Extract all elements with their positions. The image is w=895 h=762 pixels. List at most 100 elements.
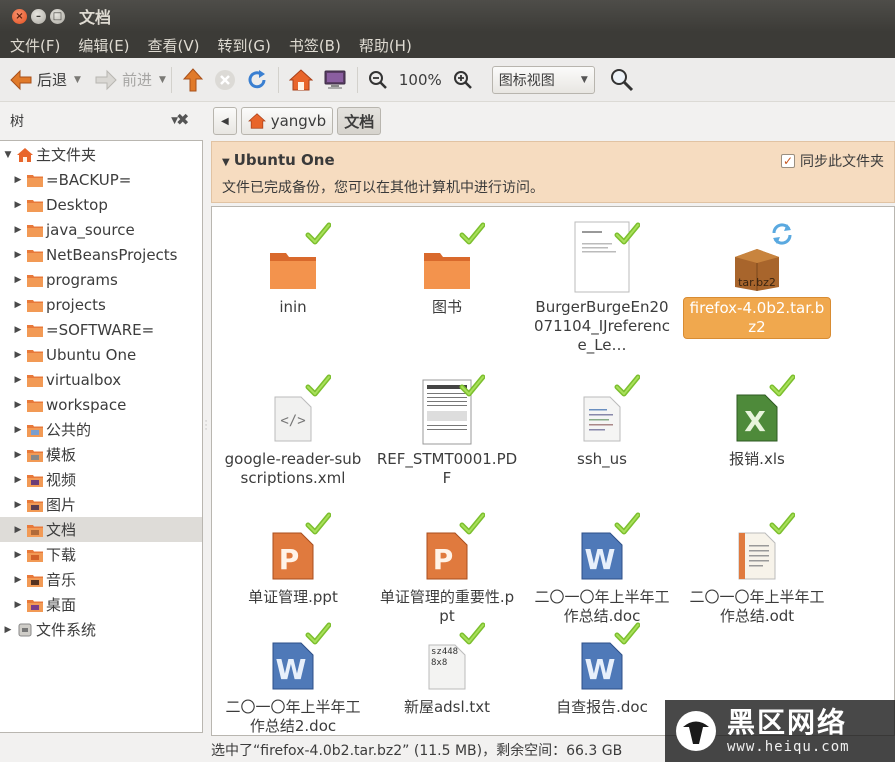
file-icon-box bbox=[407, 222, 487, 293]
file-item[interactable]: W 自查报告.doc bbox=[527, 622, 677, 718]
sidebar-item[interactable]: ▶ 音乐 bbox=[0, 567, 202, 592]
expander-collapsed-icon[interactable]: ▶ bbox=[13, 325, 23, 335]
menu-edit[interactable]: 编辑(E) bbox=[68, 35, 137, 56]
file-item[interactable]: 图书 bbox=[372, 222, 522, 318]
text-file-icon bbox=[583, 396, 621, 442]
zoom-out-button[interactable] bbox=[363, 64, 393, 96]
up-button[interactable] bbox=[177, 64, 209, 96]
expander-collapsed-icon[interactable]: ▶ bbox=[13, 250, 23, 260]
sidebar-item[interactable]: ▶ programs bbox=[0, 267, 202, 292]
zoom-in-button[interactable] bbox=[448, 64, 478, 96]
public-folder-icon bbox=[27, 423, 43, 437]
file-icon-box bbox=[407, 374, 487, 445]
path-button-current[interactable]: 文档 bbox=[337, 107, 382, 135]
sidebar-item[interactable]: ▶ Desktop bbox=[0, 192, 202, 217]
sidebar-item[interactable]: ▶ workspace bbox=[0, 392, 202, 417]
expander-collapsed-icon[interactable]: ▶ bbox=[13, 575, 23, 585]
sidebar-item[interactable]: ▶ 桌面 bbox=[0, 592, 202, 617]
expander-collapsed-icon[interactable]: ▶ bbox=[13, 300, 23, 310]
sidebar-item-label: 文档 bbox=[46, 521, 77, 539]
file-item[interactable]: tar.bz2 firefox-4.0b2.tar.bz2 bbox=[682, 223, 832, 339]
close-sidebar-button[interactable]: ✖ bbox=[176, 110, 189, 129]
expander-collapsed-icon[interactable]: ▶ bbox=[13, 375, 23, 385]
file-item[interactable]: inin bbox=[218, 222, 368, 318]
file-icon-view[interactable]: inin 图书 BurgerBurgeEn20071104_IJreference_… bbox=[211, 206, 895, 736]
expander-collapsed-icon[interactable]: ▶ bbox=[13, 525, 23, 535]
file-icon-box: X bbox=[717, 374, 797, 445]
expander-collapsed-icon[interactable]: ▶ bbox=[13, 350, 23, 360]
sidebar-item[interactable]: ▶ 模板 bbox=[0, 442, 202, 467]
folder-icon bbox=[27, 348, 43, 362]
synced-check-icon bbox=[305, 622, 331, 645]
expander-collapsed-icon[interactable]: ▶ bbox=[13, 450, 23, 460]
file-item[interactable]: sz448 8x8 新屋adsl.txt bbox=[372, 622, 522, 718]
title-bar[interactable]: × – □ 文档 bbox=[0, 0, 895, 32]
expander-collapsed-icon[interactable]: ▶ bbox=[13, 500, 23, 510]
sidebar-item[interactable]: ▶ virtualbox bbox=[0, 367, 202, 392]
forward-history-dropdown[interactable]: ▼ bbox=[159, 75, 166, 85]
expander-collapsed-icon[interactable]: ▶ bbox=[3, 625, 13, 635]
stop-button[interactable] bbox=[209, 64, 241, 96]
file-item[interactable]: ssh_us bbox=[527, 374, 677, 470]
file-item[interactable]: </> google-reader-subscriptions.xml bbox=[218, 374, 368, 489]
expander-collapsed-icon[interactable]: ▶ bbox=[13, 400, 23, 410]
file-icon-box: tar.bz2 bbox=[717, 223, 797, 293]
menu-bookmarks[interactable]: 书签(B) bbox=[279, 35, 349, 56]
expander-collapsed-icon[interactable]: ▶ bbox=[13, 425, 23, 435]
back-history-dropdown[interactable]: ▼ bbox=[74, 75, 81, 85]
reload-button[interactable] bbox=[241, 64, 273, 96]
menu-file[interactable]: 文件(F) bbox=[0, 35, 68, 56]
search-button[interactable] bbox=[605, 64, 639, 96]
sidebar-item[interactable]: ▶ NetBeansProjects bbox=[0, 242, 202, 267]
sidebar-item[interactable]: ▶ 文档 bbox=[0, 517, 202, 542]
menu-help[interactable]: 帮助(H) bbox=[349, 35, 420, 56]
computer-button[interactable] bbox=[318, 64, 352, 96]
sidebar-item[interactable]: ▶ 视频 bbox=[0, 467, 202, 492]
sidebar-item[interactable]: ▶ projects bbox=[0, 292, 202, 317]
sync-folder-checkbox[interactable]: ✓ 同步此文件夹 bbox=[781, 151, 884, 171]
path-back-arrow[interactable]: ◀ bbox=[213, 107, 237, 135]
view-mode-select[interactable]: 图标视图 ▼ bbox=[491, 65, 595, 94]
sidebar-item[interactable]: ▶ 下载 bbox=[0, 542, 202, 567]
forward-button[interactable]: 前进 bbox=[89, 64, 157, 96]
close-window-button[interactable]: × bbox=[12, 8, 27, 24]
file-item[interactable]: W 二〇一〇年上半年工作总结.doc bbox=[527, 512, 677, 627]
expander-collapsed-icon[interactable]: ▶ bbox=[13, 600, 23, 610]
file-item[interactable]: X 报销.xls bbox=[682, 374, 832, 470]
sidebar-tree[interactable]: ▼ 主文件夹 ▶ =BACKUP= ▶ Desktop ▶ java_source ▶ NetBe… bbox=[0, 140, 203, 733]
menu-go[interactable]: 转到(G) bbox=[208, 35, 279, 56]
sidebar-resize-handle[interactable]: · · · bbox=[203, 418, 209, 440]
expander-expanded-icon[interactable]: ▼ bbox=[3, 150, 13, 160]
expander-collapsed-icon[interactable]: ▶ bbox=[13, 275, 23, 285]
expander-collapsed-icon[interactable]: ▶ bbox=[13, 475, 23, 485]
file-item[interactable]: W 二〇一〇年上半年工作总结2.doc bbox=[218, 622, 368, 735]
home-button[interactable] bbox=[284, 64, 318, 96]
sidebar-item[interactable]: ▶ 文件系统 bbox=[0, 617, 202, 642]
sidebar-item[interactable]: ▶ =BACKUP= bbox=[0, 167, 202, 192]
file-item[interactable]: P 单证管理.ppt bbox=[218, 512, 368, 608]
expander-collapsed-icon[interactable]: ▶ bbox=[13, 200, 23, 210]
sidebar-item[interactable]: ▶ Ubuntu One bbox=[0, 342, 202, 367]
file-item[interactable]: REF_STMT0001.PDF bbox=[372, 374, 522, 489]
sidebar-item[interactable]: ▶ =SOFTWARE= bbox=[0, 317, 202, 342]
file-item[interactable]: BurgerBurgeEn20071104_IJreference_Le… bbox=[527, 221, 677, 356]
sidebar-item[interactable]: ▶ java_source bbox=[0, 217, 202, 242]
file-item[interactable]: P 单证管理的重要性.ppt bbox=[372, 512, 522, 627]
back-button[interactable]: 后退 bbox=[4, 64, 72, 96]
file-icon-box bbox=[253, 222, 333, 293]
file-item[interactable]: 二〇一〇年上半年工作总结.odt bbox=[682, 512, 832, 627]
expander-collapsed-icon[interactable]: ▶ bbox=[13, 550, 23, 560]
sync-folder-label: 同步此文件夹 bbox=[800, 154, 884, 170]
maximize-window-button[interactable]: □ bbox=[50, 8, 65, 24]
sidebar-item[interactable]: ▼ 主文件夹 bbox=[0, 142, 202, 167]
expander-collapsed-icon[interactable]: ▶ bbox=[13, 225, 23, 235]
svg-text:W: W bbox=[585, 653, 616, 686]
file-name-label: 新屋adsl.txt bbox=[403, 698, 491, 716]
path-button-home[interactable]: yangvb bbox=[240, 107, 334, 135]
expander-collapsed-icon[interactable]: ▶ bbox=[13, 175, 23, 185]
menu-view[interactable]: 查看(V) bbox=[138, 35, 208, 56]
sidebar-item[interactable]: ▶ 公共的 bbox=[0, 417, 202, 442]
banner-title[interactable]: ▼ Ubuntu One bbox=[222, 151, 335, 169]
sidebar-item[interactable]: ▶ 图片 bbox=[0, 492, 202, 517]
minimize-window-button[interactable]: – bbox=[31, 8, 46, 24]
